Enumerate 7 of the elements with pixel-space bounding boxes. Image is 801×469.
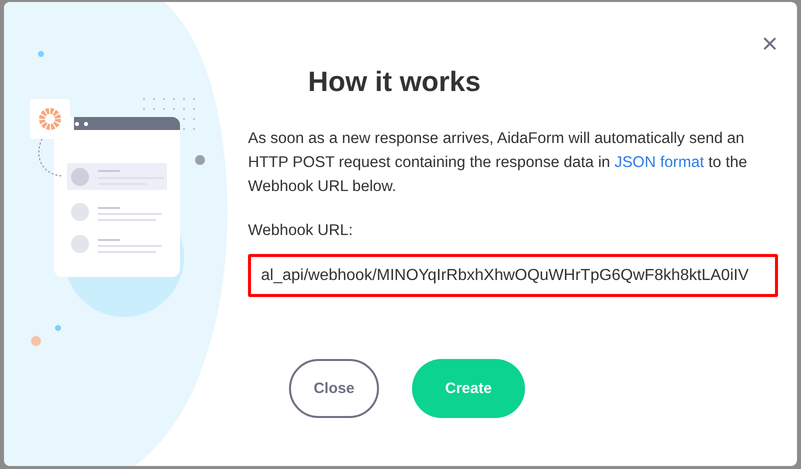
close-button[interactable]: Close <box>289 359 379 418</box>
json-format-link[interactable]: JSON format <box>614 154 704 171</box>
dialog-title: How it works <box>308 65 482 99</box>
description-text: As soon as a new response arrives, AidaForm will automatically send an HTTP POST request containing the response data in JSON format to the Webhook URL below. <box>248 129 748 197</box>
close-icon[interactable]: × <box>762 30 778 58</box>
field-label: Webhook URL: <box>248 222 353 240</box>
webhook-url-field[interactable]: al_api/webhook/MINOYqIrRbxhXhwOQuWHrTpG6QwF8kh8ktLA0iIV <box>248 254 778 297</box>
